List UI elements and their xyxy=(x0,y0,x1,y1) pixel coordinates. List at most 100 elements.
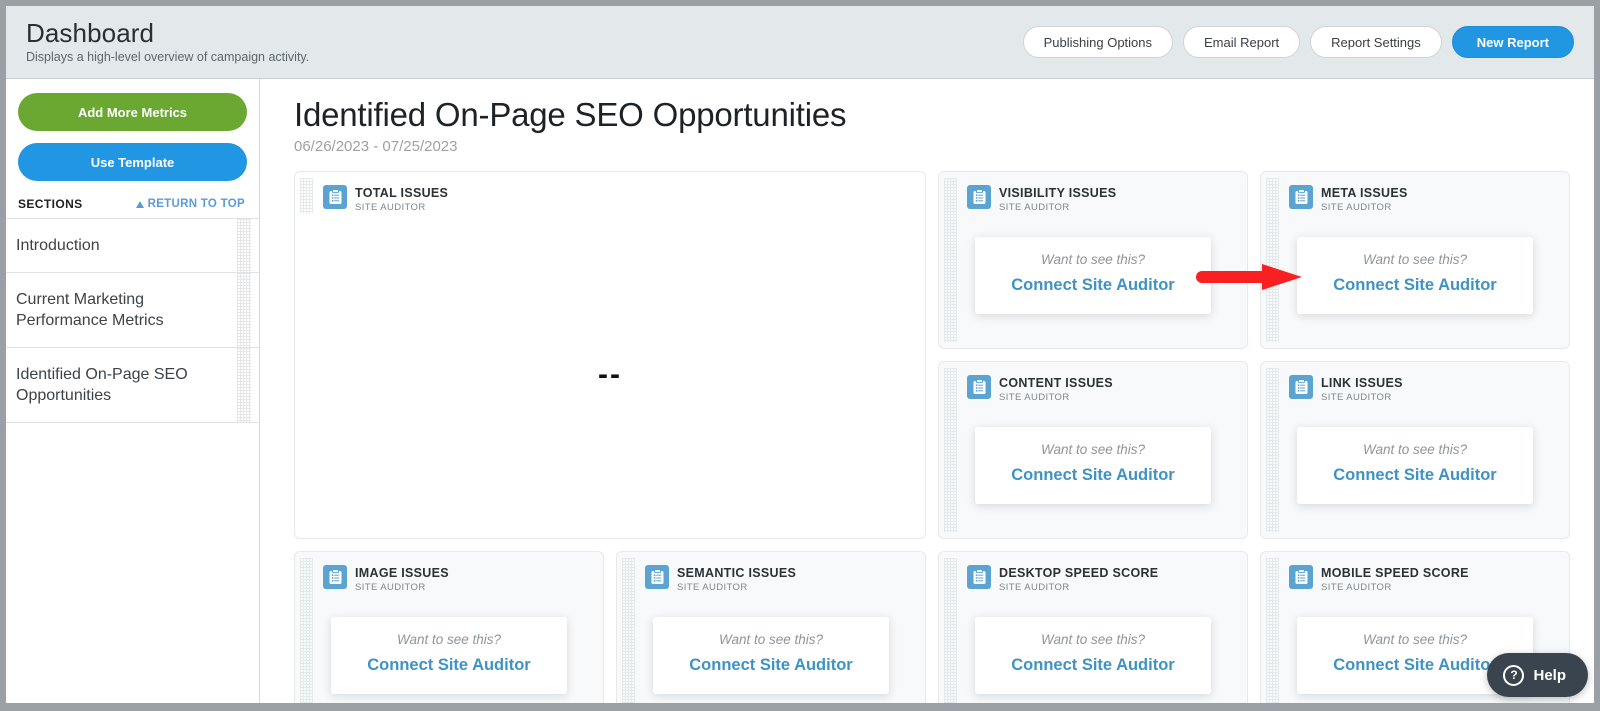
sections-header: SECTIONS RETURN TO TOP xyxy=(14,181,259,218)
add-more-metrics-button[interactable]: Add More Metrics xyxy=(18,93,247,131)
metric-card-semantic-issues[interactable]: SEMANTIC ISSUES SITE AUDITOR 0.03 Want t… xyxy=(616,551,926,703)
card-titles: MOBILE SPEED SCORE SITE AUDITOR xyxy=(1321,565,1469,593)
metric-card-link-issues[interactable]: LINK ISSUES SITE AUDITOR 7.41 Want to se… xyxy=(1260,361,1570,539)
card-titles: IMAGE ISSUES SITE AUDITOR xyxy=(355,565,449,593)
card-body: 4.91 Want to see this? Connect Site Audi… xyxy=(939,213,1247,347)
card-body: 11.91 Want to see this? Connect Site Aud… xyxy=(1261,213,1569,347)
clipboard-icon xyxy=(967,185,991,209)
connect-overlay: Want to see this? Connect Site Auditor xyxy=(653,617,889,694)
connect-overlay: Want to see this? Connect Site Auditor xyxy=(1297,427,1533,504)
return-to-top-link[interactable]: RETURN TO TOP xyxy=(136,198,245,210)
drag-handle-icon[interactable] xyxy=(237,273,251,347)
card-header: CONTENT ISSUES SITE AUDITOR xyxy=(939,362,1247,403)
card-title: TOTAL ISSUES xyxy=(355,186,448,200)
connect-site-auditor-link[interactable]: Connect Site Auditor xyxy=(985,655,1201,676)
card-titles: VISIBILITY ISSUES SITE AUDITOR xyxy=(999,185,1116,213)
new-report-button[interactable]: New Report xyxy=(1452,26,1574,58)
card-body: 0.03 Want to see this? Connect Site Audi… xyxy=(617,593,925,703)
connect-site-auditor-link[interactable]: Connect Site Auditor xyxy=(663,655,879,676)
caret-up-icon xyxy=(136,201,144,208)
metric-card-total-issues[interactable]: TOTAL ISSUES SITE AUDITOR -- xyxy=(294,171,926,539)
metric-card-desktop-speed-score[interactable]: DESKTOP SPEED SCORE SITE AUDITOR 9.62 Wa… xyxy=(938,551,1248,703)
drag-handle-icon[interactable] xyxy=(237,348,251,422)
use-template-button[interactable]: Use Template xyxy=(18,143,247,181)
metric-card-meta-issues[interactable]: META ISSUES SITE AUDITOR 11.91 Want to s… xyxy=(1260,171,1570,349)
metric-card-content-issues[interactable]: CONTENT ISSUES SITE AUDITOR 14.91 Want t… xyxy=(938,361,1248,539)
card-header: META ISSUES SITE AUDITOR xyxy=(1261,172,1569,213)
total-issues-value: -- xyxy=(295,358,925,392)
main-content: Identified On-Page SEO Opportunities 06/… xyxy=(260,79,1594,703)
clipboard-icon xyxy=(323,185,347,209)
sidebar: Add More Metrics Use Template SECTIONS R… xyxy=(6,79,260,703)
card-source: SITE AUDITOR xyxy=(999,202,1116,213)
return-to-top-label: RETURN TO TOP xyxy=(148,198,245,210)
card-header: IMAGE ISSUES SITE AUDITOR xyxy=(295,552,603,593)
card-title: CONTENT ISSUES xyxy=(999,376,1113,390)
connect-site-auditor-link[interactable]: Connect Site Auditor xyxy=(985,465,1201,486)
overlay-question: Want to see this? xyxy=(985,441,1201,458)
connect-site-auditor-link[interactable]: Connect Site Auditor xyxy=(1307,465,1523,486)
card-header: MOBILE SPEED SCORE SITE AUDITOR xyxy=(1261,552,1569,593)
app-window: Dashboard Displays a high-level overview… xyxy=(0,0,1600,711)
clipboard-icon xyxy=(1289,185,1313,209)
card-source: SITE AUDITOR xyxy=(999,392,1113,403)
metric-card-image-issues[interactable]: IMAGE ISSUES SITE AUDITOR 9.19 Want to s… xyxy=(294,551,604,703)
connect-site-auditor-link[interactable]: Connect Site Auditor xyxy=(341,655,557,676)
connect-site-auditor-link[interactable]: Connect Site Auditor xyxy=(985,275,1201,296)
clipboard-icon xyxy=(1289,565,1313,589)
page-title: Dashboard xyxy=(26,18,309,48)
clipboard-icon xyxy=(1289,375,1313,399)
clipboard-icon xyxy=(967,375,991,399)
card-titles: LINK ISSUES SITE AUDITOR xyxy=(1321,375,1403,403)
card-title: DESKTOP SPEED SCORE xyxy=(999,566,1158,580)
card-header: TOTAL ISSUES SITE AUDITOR xyxy=(295,172,925,213)
card-body: -- xyxy=(295,213,925,537)
card-title: META ISSUES xyxy=(1321,186,1408,200)
top-bar: Dashboard Displays a high-level overview… xyxy=(6,6,1594,79)
help-button[interactable]: ? Help xyxy=(1487,653,1588,697)
sidebar-item-current-marketing-performance-metrics[interactable]: Current Marketing Performance Metrics xyxy=(6,272,259,347)
card-title: VISIBILITY ISSUES xyxy=(999,186,1116,200)
publishing-options-button[interactable]: Publishing Options xyxy=(1023,26,1173,58)
sidebar-item-label: Introduction xyxy=(16,237,100,254)
card-source: SITE AUDITOR xyxy=(999,582,1158,593)
metrics-grid: TOTAL ISSUES SITE AUDITOR -- xyxy=(294,171,1549,703)
connect-overlay: Want to see this? Connect Site Auditor xyxy=(1297,237,1533,314)
help-label: Help xyxy=(1533,667,1566,684)
card-titles: DESKTOP SPEED SCORE SITE AUDITOR xyxy=(999,565,1158,593)
card-source: SITE AUDITOR xyxy=(1321,202,1408,213)
sidebar-item-introduction[interactable]: Introduction xyxy=(6,218,259,272)
overlay-question: Want to see this? xyxy=(663,631,879,648)
card-title: IMAGE ISSUES xyxy=(355,566,449,580)
card-title: LINK ISSUES xyxy=(1321,376,1403,390)
metric-card-visibility-issues[interactable]: VISIBILITY ISSUES SITE AUDITOR 4.91 Want… xyxy=(938,171,1248,349)
card-header: SEMANTIC ISSUES SITE AUDITOR xyxy=(617,552,925,593)
connect-overlay: Want to see this? Connect Site Auditor xyxy=(975,427,1211,504)
card-header: VISIBILITY ISSUES SITE AUDITOR xyxy=(939,172,1247,213)
drag-handle-icon[interactable] xyxy=(237,219,251,272)
card-source: SITE AUDITOR xyxy=(355,202,448,213)
overlay-question: Want to see this? xyxy=(1307,251,1523,268)
overlay-question: Want to see this? xyxy=(341,631,557,648)
clipboard-icon xyxy=(323,565,347,589)
clipboard-icon xyxy=(645,565,669,589)
card-body: 14.91 Want to see this? Connect Site Aud… xyxy=(939,403,1247,537)
card-titles: TOTAL ISSUES SITE AUDITOR xyxy=(355,185,448,213)
card-body: 7.41 Want to see this? Connect Site Audi… xyxy=(1261,403,1569,537)
connect-site-auditor-link[interactable]: Connect Site Auditor xyxy=(1307,275,1523,296)
overlay-question: Want to see this? xyxy=(1307,631,1523,648)
overlay-question: Want to see this? xyxy=(985,251,1201,268)
card-body: 9.62 Want to see this? Connect Site Audi… xyxy=(939,593,1247,703)
sidebar-item-identified-on-page-seo-opportunities[interactable]: Identified On-Page SEO Opportunities xyxy=(6,347,259,423)
report-date-range: 06/26/2023 - 07/25/2023 xyxy=(294,137,1594,157)
card-body: 9.19 Want to see this? Connect Site Audi… xyxy=(295,593,603,703)
email-report-button[interactable]: Email Report xyxy=(1183,26,1300,58)
report-settings-button[interactable]: Report Settings xyxy=(1310,26,1442,58)
connect-overlay: Want to see this? Connect Site Auditor xyxy=(975,237,1211,314)
card-header: LINK ISSUES SITE AUDITOR xyxy=(1261,362,1569,403)
sidebar-item-label: Current Marketing Performance Metrics xyxy=(16,291,164,329)
clipboard-icon xyxy=(967,565,991,589)
sidebar-item-label: Identified On-Page SEO Opportunities xyxy=(16,366,188,404)
card-source: SITE AUDITOR xyxy=(1321,392,1403,403)
card-title: MOBILE SPEED SCORE xyxy=(1321,566,1469,580)
